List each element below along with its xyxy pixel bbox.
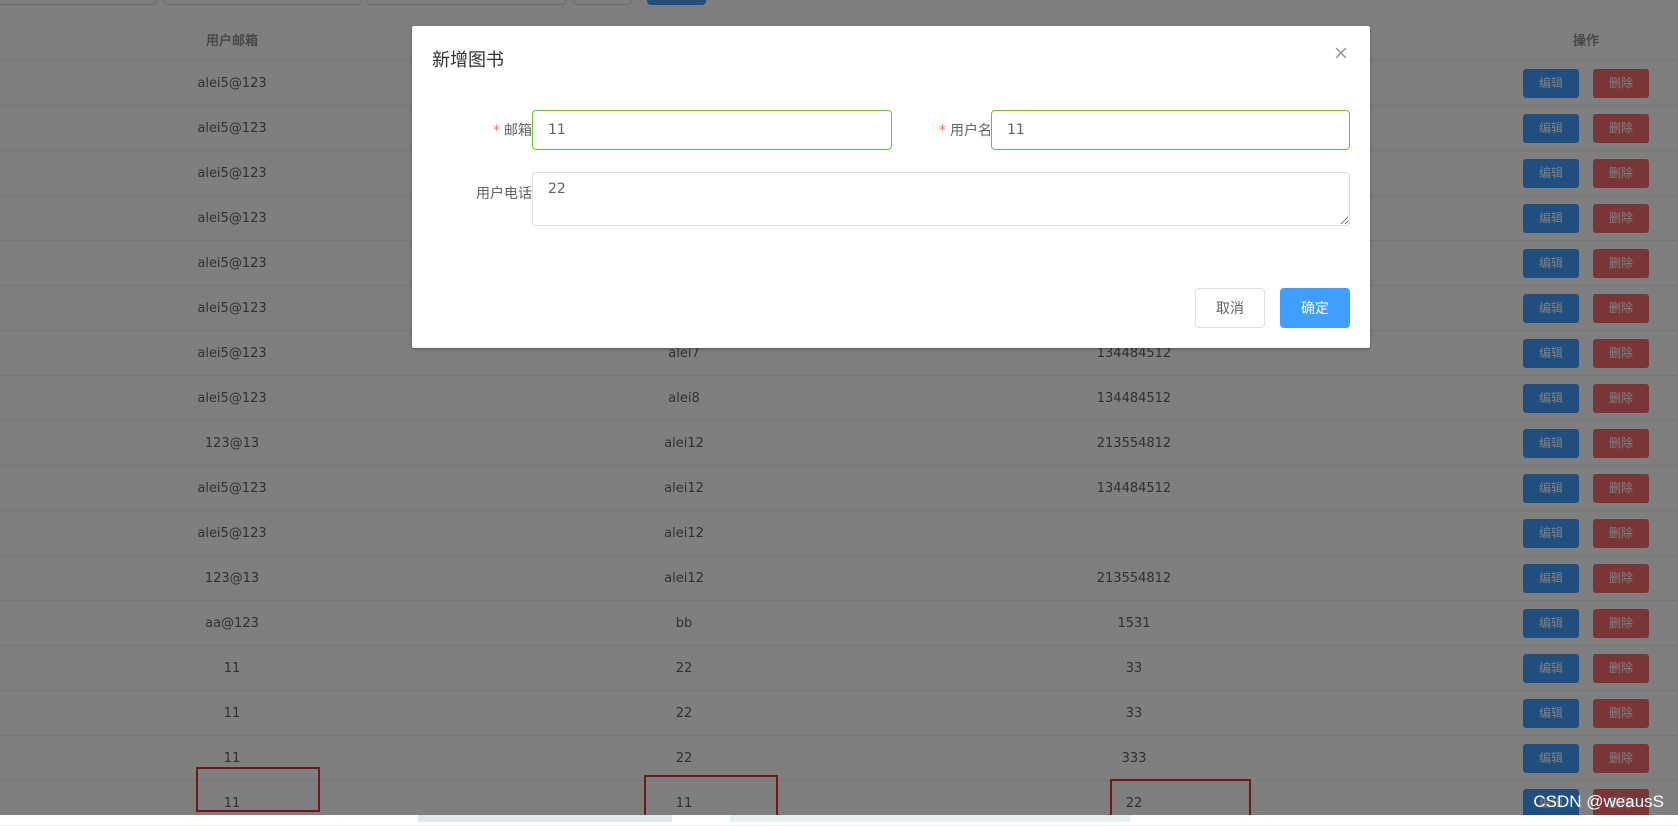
confirm-button[interactable]: 确定 (1280, 288, 1350, 328)
dialog-title: 新增图书 (432, 50, 504, 71)
add-book-dialog: 新增图书 *邮箱 *用户名 用户电话 22 取消 确定 (412, 26, 1370, 348)
phone-label: 用户电话 (476, 186, 532, 202)
username-label-text: 用户名 (950, 123, 992, 139)
required-mark: * (939, 123, 946, 139)
close-icon[interactable] (1330, 42, 1352, 64)
phone-textarea[interactable]: 22 (532, 172, 1350, 226)
watermark: CSDN @weausS (1533, 792, 1664, 811)
email-label-text: 邮箱 (504, 123, 532, 139)
bottom-strip (0, 815, 1678, 822)
username-field[interactable] (991, 110, 1350, 150)
cancel-button[interactable]: 取消 (1195, 288, 1265, 328)
username-label: * 用户名 (908, 120, 992, 140)
required-mark: * (493, 123, 500, 139)
page: 用户邮箱 操作 alei5@123编辑删除alei5@123编辑删除alei5@… (0, 0, 1678, 826)
email-label: * 邮箱 (468, 120, 532, 140)
email-field[interactable] (532, 110, 892, 150)
